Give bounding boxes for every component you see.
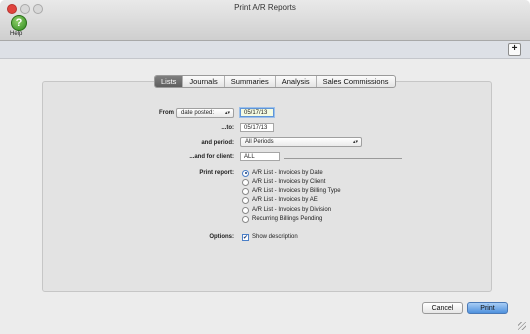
show-description-label: Show description (252, 234, 298, 240)
to-date-input[interactable]: 05/17/13 (240, 123, 274, 132)
resize-grip-icon[interactable] (518, 322, 526, 330)
print-button[interactable]: Print (467, 302, 508, 314)
report-option-invoices-by-client[interactable]: A/R List - Invoices by Client (242, 178, 325, 186)
options-label: Options: (209, 234, 234, 240)
tab-sales-commissions[interactable]: Sales Commissions (315, 76, 395, 87)
radio-button-selected[interactable] (242, 169, 249, 177)
report-option-invoices-by-billing-type[interactable]: A/R List - Invoices by Billing Type (242, 187, 341, 195)
report-option-label: A/R List - Invoices by Billing Type (252, 188, 341, 194)
radio-button[interactable] (242, 206, 249, 214)
report-option-recurring-billings-pending[interactable]: Recurring Billings Pending (242, 215, 322, 223)
help-icon[interactable]: ? (11, 15, 27, 31)
tab-journals[interactable]: Journals (182, 76, 223, 87)
date-type-select[interactable]: date posted: ▴▾ (176, 108, 234, 118)
report-option-label: A/R List - Invoices by AE (252, 197, 318, 203)
report-option-invoices-by-date[interactable]: A/R List - Invoices by Date (242, 169, 323, 177)
report-tabs: Lists Journals Summaries Analysis Sales … (154, 75, 396, 88)
report-option-invoices-by-division[interactable]: A/R List - Invoices by Division (242, 206, 331, 214)
title-bar: Print A/R Reports ? Help (0, 0, 530, 41)
show-description-checkbox[interactable]: ✔ (242, 233, 249, 241)
secondary-toolbar: + (0, 41, 530, 59)
print-ar-reports-window: Print A/R Reports ? Help + Lists Journal… (0, 0, 530, 334)
client-label: ...and for client: (189, 154, 234, 160)
radio-button[interactable] (242, 196, 249, 204)
window-title: Print A/R Reports (234, 3, 296, 12)
add-button[interactable]: + (508, 43, 521, 56)
show-description-option[interactable]: ✔ Show description (242, 233, 298, 241)
report-option-label: A/R List - Invoices by Client (252, 179, 326, 185)
client-input[interactable]: ALL (240, 152, 280, 161)
tab-summaries[interactable]: Summaries (223, 76, 275, 87)
radio-button[interactable] (242, 215, 249, 223)
date-type-value: date posted: (181, 110, 215, 116)
report-option-invoices-by-ae[interactable]: A/R List - Invoices by AE (242, 196, 318, 204)
help-label[interactable]: Help (10, 31, 22, 37)
print-report-label: Print report: (199, 170, 234, 176)
report-option-label: A/R List - Invoices by Date (252, 170, 323, 176)
period-label: and period: (201, 140, 234, 146)
chevron-updown-icon: ▴▾ (224, 110, 230, 116)
chevron-updown-icon: ▴▾ (352, 139, 358, 145)
cancel-button[interactable]: Cancel (422, 302, 463, 314)
period-value: All Periods (245, 139, 274, 145)
radio-button[interactable] (242, 178, 249, 186)
radio-button[interactable] (242, 187, 249, 195)
client-name-field[interactable] (284, 158, 402, 159)
tab-lists[interactable]: Lists (155, 76, 183, 87)
from-label: From (159, 110, 174, 116)
report-option-label: Recurring Billings Pending (252, 216, 323, 222)
report-option-label: A/R List - Invoices by Division (252, 207, 332, 213)
tab-analysis[interactable]: Analysis (274, 76, 316, 87)
period-select[interactable]: All Periods ▴▾ (240, 137, 362, 147)
to-label: ...to: (221, 125, 234, 131)
from-date-input[interactable]: 05/17/13 (240, 108, 274, 117)
